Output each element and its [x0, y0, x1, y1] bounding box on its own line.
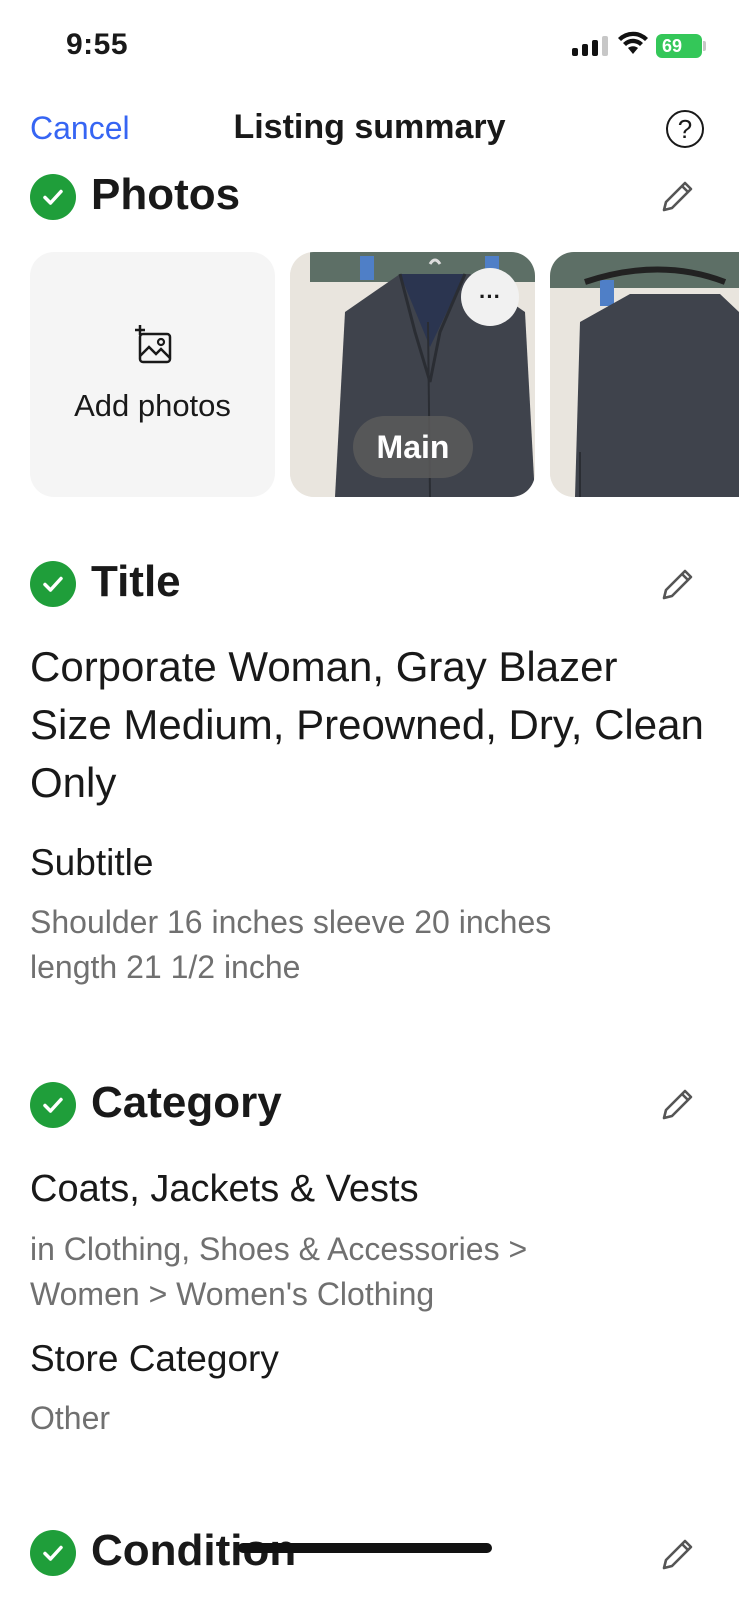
check-icon: [30, 1082, 76, 1128]
photo-more-button[interactable]: ···: [461, 268, 519, 326]
battery-icon: 69: [656, 34, 702, 58]
listing-title: Corporate Woman, Gray Blazer Size Medium…: [30, 643, 704, 806]
title-section-title: Title: [91, 557, 181, 606]
store-category-value: Other: [30, 1400, 111, 1436]
blazer-photo-back: [550, 252, 739, 497]
photo-thumbnail-2[interactable]: [550, 252, 739, 497]
pencil-icon[interactable]: [658, 176, 698, 216]
wifi-icon: [618, 31, 648, 54]
check-icon: [30, 174, 76, 220]
battery-level: 69: [662, 35, 683, 56]
home-indicator: [238, 1543, 492, 1553]
add-photos-label: Add photos: [74, 388, 231, 423]
category-path: in Clothing, Shoes & Accessories > Women…: [30, 1231, 528, 1312]
pencil-icon[interactable]: [658, 564, 698, 604]
pencil-icon[interactable]: [658, 1084, 698, 1124]
battery-tip: [703, 41, 706, 51]
signal-icon: [572, 36, 608, 56]
subtitle-value: Shoulder 16 inches sleeve 20 inches leng…: [30, 904, 552, 985]
add-photos-button[interactable]: Add photos: [30, 252, 275, 497]
help-icon[interactable]: ?: [666, 110, 704, 148]
store-category-label: Store Category: [30, 1338, 279, 1379]
category-name: Coats, Jackets & Vests: [30, 1168, 419, 1210]
main-photo-badge: Main: [353, 416, 473, 478]
subtitle-label: Subtitle: [30, 842, 154, 883]
help-label: ?: [677, 113, 693, 144]
category-section-title: Category: [91, 1078, 282, 1127]
add-photo-icon: [135, 325, 172, 364]
check-icon: [30, 561, 76, 607]
pencil-icon[interactable]: [658, 1534, 698, 1574]
page-title: Listing summary: [233, 108, 506, 146]
check-icon: [30, 1530, 76, 1576]
status-time: 9:55: [66, 28, 129, 61]
photos-section-title: Photos: [91, 170, 241, 219]
